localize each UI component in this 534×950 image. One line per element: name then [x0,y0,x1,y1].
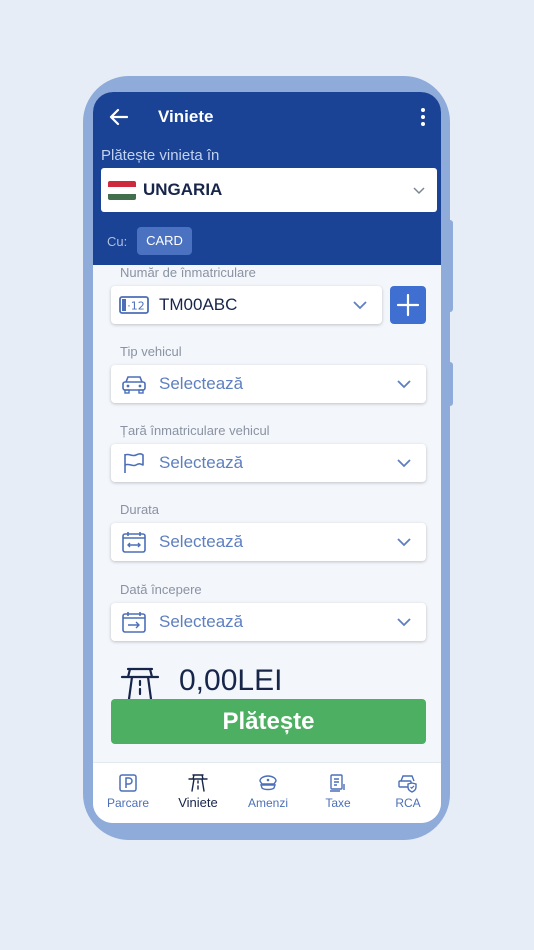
nav-item-amenzi[interactable]: Amenzi [233,763,303,823]
license-plate-icon: ·12 [119,296,149,314]
nav-item-viniete[interactable]: Viniete [163,763,233,823]
vehicle-type-label: Tip vehicul [120,344,182,359]
nav-label: Parcare [106,796,150,810]
start-date-label: Dată începere [120,582,202,597]
duration-select[interactable]: Selectează [111,523,426,561]
hungary-flag-icon [108,181,136,200]
start-date-placeholder: Selectează [159,612,244,631]
more-options-icon[interactable] [415,106,431,128]
car-shield-icon [398,775,417,793]
nav-item-parcare[interactable]: Parcare [93,763,163,823]
start-date-select[interactable]: Selectează [111,603,426,641]
chevron-down-icon [413,187,425,195]
registration-country-placeholder: Selectează [159,453,244,472]
car-icon [122,376,146,394]
payment-method-label: Cu: [107,234,128,249]
nav-label: Viniete [178,795,218,810]
page-title: Viniete [158,107,214,126]
volume-button [449,220,453,312]
calendar-range-icon [122,532,146,553]
plus-icon [396,293,420,317]
chevron-down-icon [397,459,411,468]
duration-label: Durata [120,502,160,517]
app-bar: Viniete Plătește vinieta în UNGARIA Cu: … [93,92,441,265]
vehicle-type-placeholder: Selectează [159,374,244,393]
nav-label: Amenzi [247,796,288,810]
bottom-navigation: Parcare Viniete Amenzi Taxe RCA [93,762,441,823]
nav-label: Taxe [325,796,351,810]
svg-text:·12: ·12 [127,300,145,313]
toll-road-icon [120,667,160,701]
flag-icon [124,453,144,473]
country-select[interactable]: UNGARIA [101,168,437,212]
country-label: Plătește vinieta în [101,147,220,164]
chevron-down-icon [353,301,367,310]
back-arrow-icon[interactable] [107,105,131,129]
nav-item-rca[interactable]: RCA [373,763,441,823]
registration-country-label: Țară înmatriculare vehicul [120,423,270,438]
parking-icon [119,774,137,792]
add-plate-button[interactable] [390,286,426,324]
tax-document-icon [330,774,345,792]
chevron-down-icon [397,380,411,389]
chevron-down-icon [397,618,411,627]
plate-label: Număr de înmatriculare [120,265,256,280]
pay-button[interactable]: Plătește [111,699,426,744]
calendar-start-icon [122,612,146,633]
selected-country: UNGARIA [143,180,223,199]
nav-item-taxe[interactable]: Taxe [303,763,373,823]
duration-placeholder: Selectează [159,532,244,551]
plate-number-select[interactable]: ·12 TM00ABC [111,286,382,324]
nav-label: RCA [395,796,421,810]
registration-country-select[interactable]: Selectează [111,444,426,482]
police-cap-icon [259,775,277,791]
total-amount: 0,00LEI [179,664,283,697]
app-screen: Viniete Plătește vinieta în UNGARIA Cu: … [93,92,441,823]
vehicle-type-select[interactable]: Selectează [111,365,426,403]
toll-road-icon [188,774,208,792]
chevron-down-icon [397,538,411,547]
payment-method-chip[interactable]: CARD [137,227,192,255]
plate-number-value: TM00ABC [159,295,238,314]
power-button [449,362,453,406]
